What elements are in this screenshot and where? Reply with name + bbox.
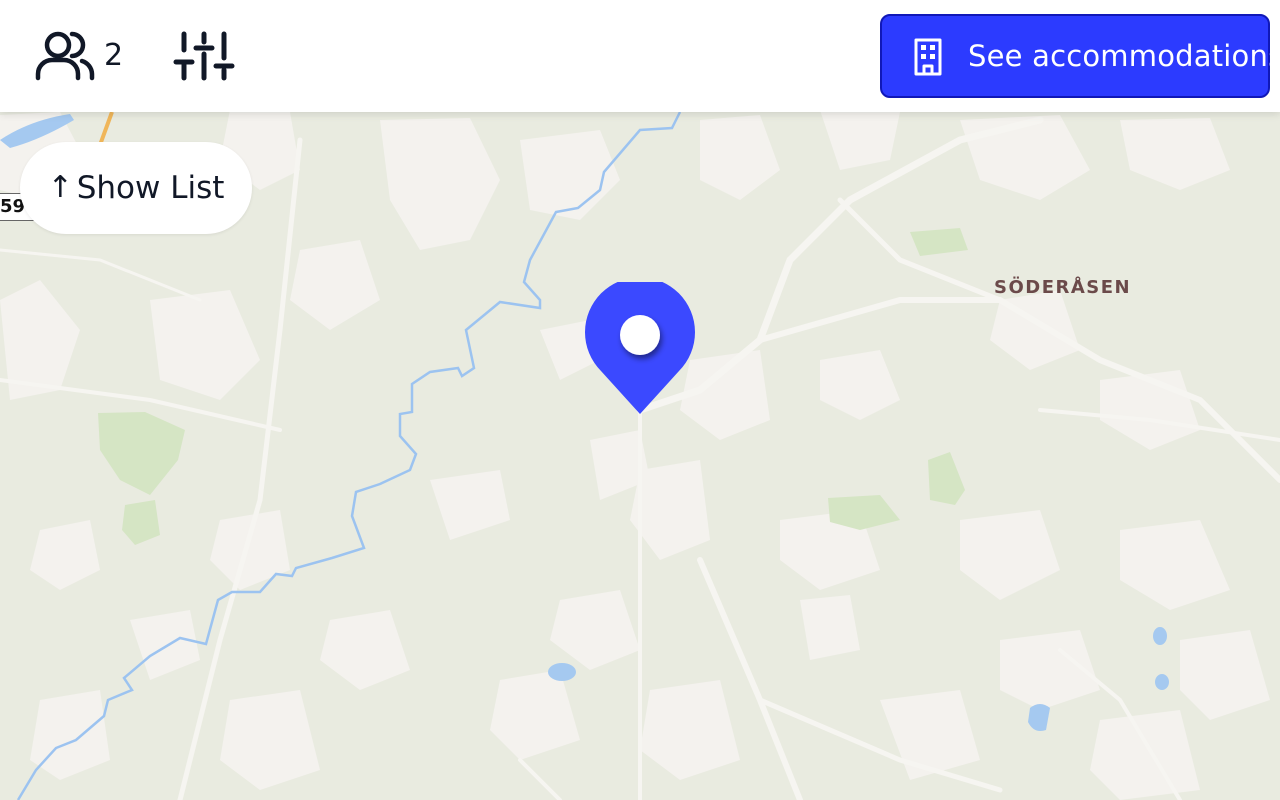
screen: 596 SÖDERÅSEN 2 See accommodations ↑ Sho…: [0, 0, 1280, 800]
location-pin[interactable]: [584, 277, 696, 416]
top-bar: 2 See accommodations: [0, 0, 1280, 112]
guests-button[interactable]: 2: [34, 28, 123, 84]
show-list-label: Show List: [76, 170, 225, 206]
arrow-up-icon: ↑: [47, 170, 73, 205]
map-pin-icon: [585, 277, 695, 414]
sliders-icon: [173, 31, 235, 81]
filters-button[interactable]: [172, 28, 236, 84]
guest-count: 2: [104, 38, 124, 73]
building-icon: [914, 38, 942, 76]
see-accommodations-label: See accommodations: [968, 39, 1280, 73]
show-list-button[interactable]: ↑ Show List: [20, 142, 252, 234]
users-icon: [35, 31, 95, 81]
see-accommodations-button[interactable]: See accommodations: [880, 14, 1280, 98]
place-label: SÖDERÅSEN: [994, 277, 1132, 298]
